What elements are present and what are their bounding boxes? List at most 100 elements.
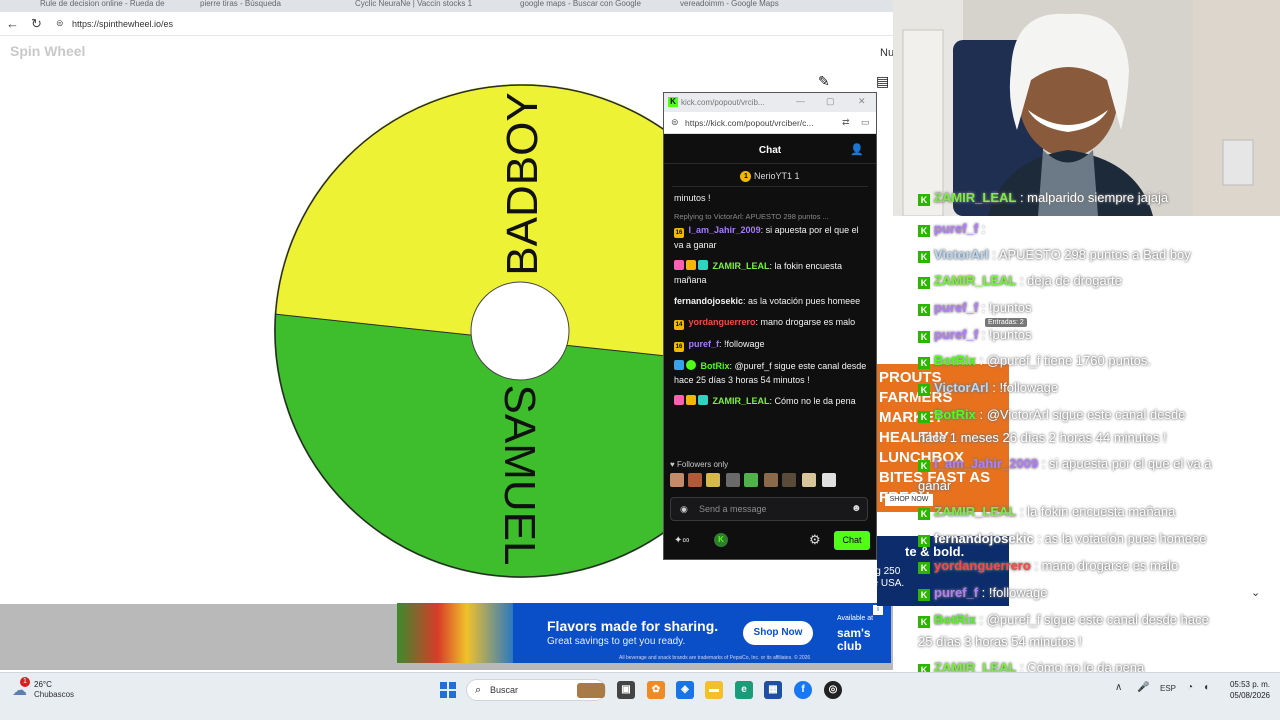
- overlay-chat-line: Kpuref_f : !followage: [918, 585, 1047, 601]
- entries-badge: Entradas: 2: [985, 318, 1027, 327]
- new-button-label[interactable]: Nu: [880, 47, 894, 59]
- clipboard-icon[interactable]: ▤: [876, 73, 889, 90]
- wheel-center-hub[interactable]: [470, 281, 570, 381]
- chat-username[interactable]: I_am_Jahir_2009: [689, 225, 761, 235]
- volume-icon[interactable]: ◖: [1203, 682, 1209, 693]
- browser-tab[interactable]: pierre tiras - Búsqueda: [200, 0, 340, 12]
- back-arrow-icon[interactable]: ←: [6, 16, 20, 32]
- site-info-icon[interactable]: ⊜: [56, 18, 66, 28]
- url-field[interactable]: https://spinthewheel.io/es: [72, 19, 173, 29]
- clock-date[interactable]: 05/08/2026: [1222, 691, 1270, 700]
- chat-message: ZAMIR_LEAL: la fokin encuesta mañana: [674, 259, 870, 287]
- reply-context[interactable]: Replying to VictorArl: APUESTO 298 punto…: [674, 212, 870, 222]
- emote[interactable]: [802, 473, 816, 487]
- task-view-icon[interactable]: ▣: [617, 681, 635, 699]
- edge-dev-icon[interactable]: ◈: [676, 681, 694, 699]
- pinned-count: 1: [794, 171, 800, 181]
- site-info-icon[interactable]: ⊜: [671, 117, 679, 128]
- message-text: : Cómo no le da pena: [769, 396, 856, 406]
- browser-tab[interactable]: google maps - Buscar con Google: [520, 0, 660, 12]
- pencil-icon[interactable]: ✎: [818, 73, 830, 90]
- ad-available-label: Available at: [837, 615, 874, 622]
- chat-username[interactable]: ZAMIR_LEAL: [713, 396, 770, 406]
- facebook-icon[interactable]: f: [794, 681, 812, 699]
- emote[interactable]: [726, 473, 740, 487]
- emote[interactable]: [822, 473, 836, 487]
- weather-temperature[interactable]: 26°C: [34, 680, 52, 689]
- overlay-text: : @puref_f tiene 1760 puntos.: [975, 353, 1151, 368]
- close-icon[interactable]: ✕: [858, 96, 866, 107]
- chat-message: 16 puref_f: !followage: [674, 337, 870, 352]
- popout-url[interactable]: https://kick.com/popout/vrciber/c...: [685, 118, 814, 128]
- kick-points-icon[interactable]: K: [714, 533, 728, 547]
- overlay-chat-line: K VictorArl : APUESTO 298 puntos a Bad bo…: [918, 247, 1191, 263]
- bottom-ad-banner[interactable]: Flavors made for sharing. Great savings …: [397, 603, 891, 663]
- chat-username[interactable]: yordanguerrero: [689, 317, 756, 327]
- overlay-chat-line: Kyordanguerrero : mano drogarse es malo: [918, 558, 1178, 574]
- overlay-text: : @puref_f sigue este canal desde hace: [975, 612, 1209, 627]
- overlay-text: hace 1 meses 26 días 2 horas 44 minutos …: [918, 430, 1167, 445]
- chat-username[interactable]: fernandojosekic: [674, 296, 743, 306]
- bot-badge: [674, 360, 684, 370]
- overlay-username: I_am_Jahir_2009: [934, 456, 1039, 471]
- kick-badge-icon: K: [918, 508, 930, 520]
- chat-username[interactable]: ZAMIR_LEAL: [713, 261, 770, 271]
- kick-badge-icon: K: [918, 589, 930, 601]
- chat-username[interactable]: BotRix: [701, 361, 730, 371]
- overlay-username: puref_f: [934, 221, 979, 236]
- kick-badge-icon: K: [918, 331, 930, 343]
- store-icon[interactable]: ▦: [764, 681, 782, 699]
- emote[interactable]: [744, 473, 758, 487]
- windows-start-icon[interactable]: [440, 682, 456, 698]
- emoji-icon[interactable]: ☻: [851, 503, 862, 514]
- obs-icon[interactable]: ◎: [824, 681, 842, 699]
- verified-badge: [686, 360, 696, 370]
- browser-tab[interactable]: Rule de decision online - Rueda de: [40, 0, 190, 12]
- ad-shop-now-button[interactable]: Shop Now: [743, 621, 813, 645]
- chat-send-button[interactable]: Chat: [834, 531, 870, 550]
- ad-info-icon[interactable]: i: [873, 605, 883, 615]
- overlay-text: : deja de drogarte: [1016, 273, 1122, 288]
- search-highlight-image: [577, 683, 605, 698]
- translate-icon[interactable]: ⇄: [842, 117, 850, 128]
- chat-message-input[interactable]: [699, 501, 849, 517]
- browser-tab[interactable]: Cyclic NeuraNe | Vaccin stocks 1: [355, 0, 495, 12]
- chevron-down-icon[interactable]: ⌄: [1251, 586, 1260, 599]
- emote[interactable]: [782, 473, 796, 487]
- microphone-icon[interactable]: 🎤: [1137, 682, 1149, 693]
- minimize-icon[interactable]: —: [796, 96, 805, 106]
- taskbar-search[interactable]: ⌕ Buscar: [466, 679, 606, 701]
- weather-condition[interactable]: Chubascos: [34, 690, 74, 699]
- emote[interactable]: [706, 473, 720, 487]
- emote[interactable]: [688, 473, 702, 487]
- kick-logo-icon: K: [668, 97, 678, 107]
- clock-time[interactable]: 05:53 p. m.: [1226, 680, 1270, 689]
- reader-icon[interactable]: ▭: [861, 117, 870, 128]
- maximize-icon[interactable]: ▢: [826, 96, 835, 107]
- emote[interactable]: [670, 473, 684, 487]
- spin-wheel[interactable]: BADBOY SAMUEL: [274, 84, 666, 578]
- site-logo[interactable]: Spin Wheel: [10, 43, 85, 59]
- channel-points-icon[interactable]: ✦∞: [674, 535, 690, 546]
- reload-icon[interactable]: ↻: [31, 16, 45, 32]
- tray-chevron-up-icon[interactable]: ∧: [1115, 682, 1122, 693]
- edge-browser-icon[interactable]: e: [735, 681, 753, 699]
- chat-username[interactable]: puref_f: [689, 339, 720, 349]
- overlay-username: VictorArl: [934, 380, 989, 395]
- user-list-icon[interactable]: 👤: [850, 143, 864, 156]
- copilot-icon[interactable]: ✿: [647, 681, 665, 699]
- emote[interactable]: [764, 473, 778, 487]
- browser-tab-strip: Rule de decision online - Rueda de pierr…: [0, 0, 893, 12]
- ad-legal-text: All beverage and snack brands are tradem…: [619, 655, 811, 661]
- wifi-icon[interactable]: ◔: [1187, 682, 1193, 693]
- shield-icon[interactable]: ◉: [680, 504, 688, 515]
- file-explorer-icon[interactable]: ▬: [705, 681, 723, 699]
- gear-icon[interactable]: ⚙: [809, 532, 821, 548]
- overlay-chat-line: K BotRix : @VictorArl sigue este canal de…: [918, 407, 1185, 423]
- overlay-username: VictorArl: [934, 247, 989, 262]
- language-indicator[interactable]: ESP: [1160, 684, 1176, 693]
- overlay-username: BotRix: [934, 407, 976, 422]
- kick-badge-icon: K: [918, 194, 930, 206]
- pinned-user[interactable]: 1 NerioYT1 1: [664, 171, 876, 183]
- browser-tab[interactable]: vereadoimm - Google Maps: [680, 0, 820, 12]
